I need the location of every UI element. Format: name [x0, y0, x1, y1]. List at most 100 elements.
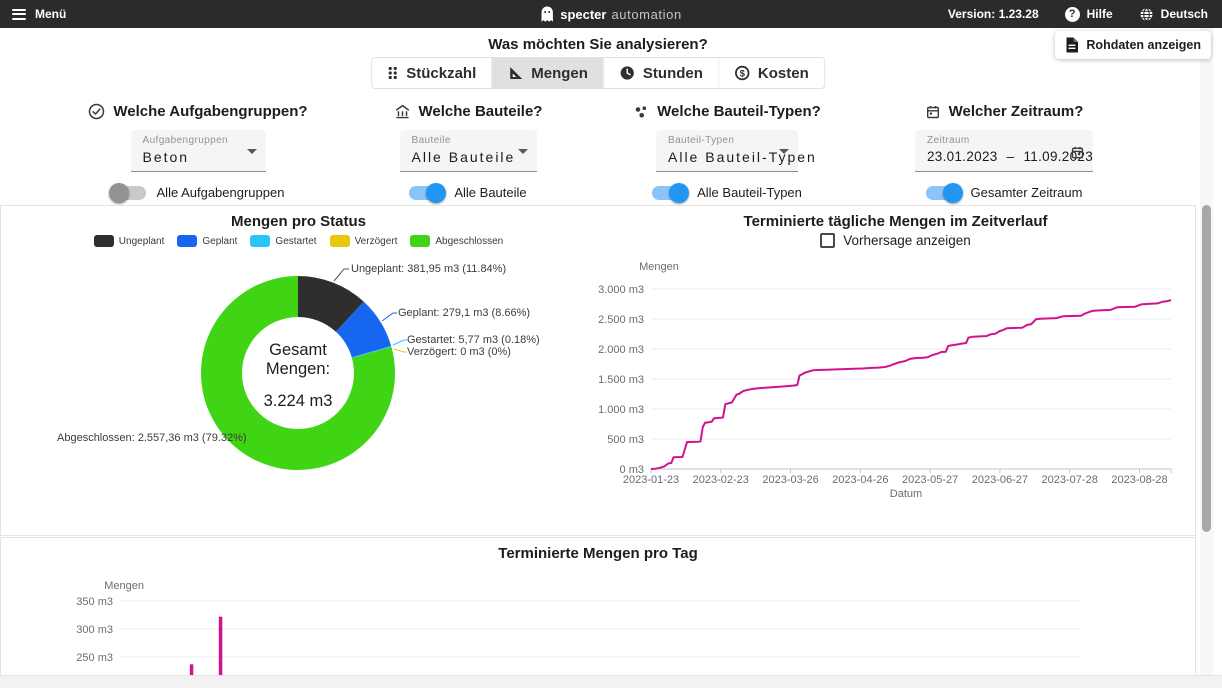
- toggle-label: Alle Bauteile: [454, 185, 526, 200]
- line-chart: Mengen0 m3500 m31.000 m31.500 m32.000 m3…: [596, 256, 1195, 537]
- legend-color-chip: [330, 235, 350, 247]
- chevron-down-icon: [247, 149, 257, 154]
- tab-label: Mengen: [531, 65, 588, 82]
- filter-question: Welche Bauteil-Typen?: [587, 103, 867, 120]
- toggle-switch[interactable]: [926, 186, 960, 200]
- globe-icon: [1139, 7, 1154, 22]
- help-button[interactable]: ? Hilfe: [1065, 7, 1113, 22]
- version-label: Version: 1.23.28: [948, 7, 1039, 21]
- help-label: Hilfe: [1087, 7, 1113, 21]
- select-label: Bauteil-Typen: [668, 135, 774, 146]
- svg-text:Datum: Datum: [890, 488, 922, 500]
- toggle-switch[interactable]: [112, 186, 146, 200]
- brand-name: specter: [560, 7, 606, 22]
- toggle-knob: [426, 183, 446, 203]
- donut-center-text: Gesamt Mengen:: [253, 341, 343, 379]
- rohdaten-button[interactable]: Rohdaten anzeigen: [1055, 31, 1211, 59]
- legend-color-chip: [250, 235, 270, 247]
- legend-item[interactable]: Ungeplant: [94, 235, 165, 247]
- tab-stunden[interactable]: Stunden: [603, 58, 718, 88]
- svg-text:$: $: [739, 68, 745, 79]
- menu-label: Menü: [35, 7, 66, 21]
- donut-center-total: 3.224 m3: [253, 392, 343, 411]
- svg-text:2023-02-23: 2023-02-23: [693, 474, 749, 486]
- grid-dots-icon: [387, 65, 398, 81]
- filter-question: Welche Aufgabengruppen?: [58, 103, 338, 120]
- toggle-alle-bauteil-typen[interactable]: Alle Bauteil-Typen: [587, 185, 867, 200]
- donut-callout: Abgeschlossen: 2.557,36 m3 (79.32%): [57, 432, 229, 444]
- aufgabengruppen-select[interactable]: Aufgabengruppen Beton: [131, 130, 266, 172]
- legend-label: Geplant: [202, 236, 237, 247]
- svg-text:Mengen: Mengen: [639, 261, 679, 273]
- donut-legend: Ungeplant Geplant Gestartet Verzögert Abgesc…: [1, 235, 596, 247]
- bar-chart-title: Terminierte Mengen pro Tag: [1, 545, 1195, 562]
- svg-text:Mengen: Mengen: [104, 580, 144, 592]
- help-icon: ?: [1065, 7, 1080, 22]
- document-icon: [1065, 37, 1079, 53]
- toggle-switch[interactable]: [409, 186, 443, 200]
- svg-text:2023-05-27: 2023-05-27: [902, 474, 958, 486]
- svg-text:350 m3: 350 m3: [76, 596, 113, 608]
- forecast-checkbox[interactable]: Vorhersage anzeigen: [596, 233, 1195, 248]
- set-square-icon: [507, 65, 523, 81]
- chevron-down-icon: [779, 149, 789, 154]
- filter-question-label: Welche Aufgabengruppen?: [113, 103, 307, 120]
- tab-label: Stunden: [643, 65, 703, 82]
- toggle-knob: [109, 183, 129, 203]
- svg-text:2023-04-26: 2023-04-26: [832, 474, 888, 486]
- legend-item[interactable]: Geplant: [177, 235, 237, 247]
- vertical-scrollbar-thumb[interactable]: [1202, 205, 1211, 532]
- tab-mengen[interactable]: Mengen: [491, 58, 603, 88]
- filter-question-label: Welche Bauteile?: [419, 103, 543, 120]
- toggle-alle-bauteile[interactable]: Alle Bauteile: [328, 185, 608, 200]
- tab-label: Stückzahl: [406, 65, 476, 82]
- svg-text:2023-01-23: 2023-01-23: [623, 474, 679, 486]
- brand-logo: specter automation: [540, 0, 682, 28]
- analyze-question: Was möchten Sie analysieren?: [0, 36, 1196, 53]
- line-chart-panel: Terminierte tägliche Mengen im Zeitverla…: [596, 205, 1196, 536]
- legend-item[interactable]: Verzögert: [330, 235, 398, 247]
- bar-chart-panel: Mengen 350 m3 300 m3 250 m3 Terminierte Men…: [0, 537, 1196, 675]
- rohdaten-label: Rohdaten anzeigen: [1086, 38, 1201, 52]
- svg-text:300 m3: 300 m3: [76, 624, 113, 636]
- legend-color-chip: [177, 235, 197, 247]
- toggle-gesamter-zeitraum[interactable]: Gesamter Zeitraum: [864, 185, 1144, 200]
- legend-color-chip: [94, 235, 114, 247]
- svg-text:2.500 m3: 2.500 m3: [598, 314, 644, 326]
- filter-question-label: Welche Bauteil-Typen?: [657, 103, 821, 120]
- forecast-checkbox-label: Vorhersage anzeigen: [843, 233, 971, 248]
- filter-aufgabengruppen: Welche Aufgabengruppen? Aufgabengruppen …: [58, 103, 338, 200]
- analyze-tab-group: Stückzahl Mengen Stunden $ Kosten: [371, 57, 825, 89]
- toggle-alle-aufgabengruppen[interactable]: Alle Aufgabengruppen: [58, 185, 338, 200]
- building-icon: [394, 103, 411, 120]
- legend-item[interactable]: Abgeschlossen: [410, 235, 503, 247]
- legend-item[interactable]: Gestartet: [250, 235, 316, 247]
- filter-question: Welche Bauteile?: [328, 103, 608, 120]
- svg-text:250 m3: 250 m3: [76, 652, 113, 664]
- tab-label: Kosten: [758, 65, 809, 82]
- horizontal-scrollbar[interactable]: [0, 675, 1222, 688]
- dollar-circle-icon: $: [734, 65, 750, 81]
- svg-text:2023-08-28: 2023-08-28: [1111, 474, 1167, 486]
- ghost-icon: [540, 6, 554, 23]
- calendar-picker-icon[interactable]: [1070, 145, 1085, 165]
- toggle-knob: [943, 183, 963, 203]
- hamburger-icon: [12, 9, 26, 20]
- vertical-scrollbar[interactable]: [1200, 28, 1213, 675]
- app-root: Menü specter automation Version: 1.23.28…: [0, 0, 1222, 688]
- chevron-down-icon: [518, 149, 528, 154]
- svg-text:500 m3: 500 m3: [607, 434, 644, 446]
- toggle-switch[interactable]: [652, 186, 686, 200]
- tab-kosten[interactable]: $ Kosten: [718, 58, 824, 88]
- zeitraum-field[interactable]: Zeitraum 23.01.2023 – 11.09.2023: [915, 130, 1093, 172]
- legend-color-chip: [410, 235, 430, 247]
- bauteile-select[interactable]: Bauteile Alle Bauteile: [400, 130, 537, 172]
- checkbox-icon[interactable]: [820, 233, 835, 248]
- filter-bauteile: Welche Bauteile? Bauteile Alle Bauteile …: [328, 103, 608, 200]
- bauteil-typen-select[interactable]: Bauteil-Typen Alle Bauteil-Typen: [656, 130, 798, 172]
- language-button[interactable]: Deutsch: [1139, 7, 1208, 22]
- donut-callout: Ungeplant: 381,95 m3 (11.84%): [351, 263, 506, 275]
- tab-stueckzahl[interactable]: Stückzahl: [372, 58, 491, 88]
- scatter-dots-icon: [633, 104, 649, 120]
- menu-button[interactable]: Menü: [12, 0, 66, 28]
